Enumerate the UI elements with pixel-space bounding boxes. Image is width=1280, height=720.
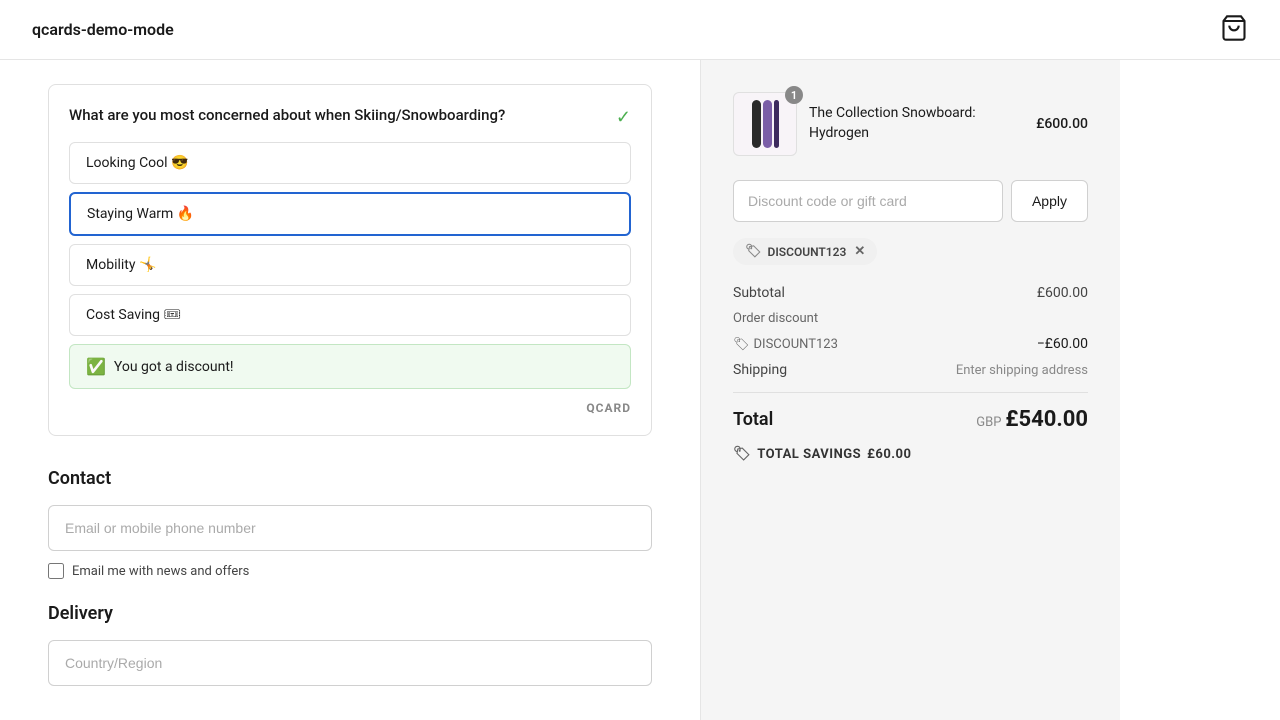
qcard-question: What are you most concerned about when S… bbox=[69, 105, 631, 126]
savings-label: TOTAL SAVINGS bbox=[757, 447, 861, 462]
snowboard-icon bbox=[746, 96, 784, 152]
order-discount-label: Order discount bbox=[733, 311, 818, 326]
discount-success-banner: ✅ You got a discount! bbox=[69, 344, 631, 389]
option-cost-saving[interactable]: Cost Saving 🎟 bbox=[69, 294, 631, 336]
total-value: £540.00 bbox=[1005, 407, 1088, 432]
discount-code-label: DISCOUNT123 bbox=[768, 245, 847, 259]
total-label: Total bbox=[733, 409, 773, 430]
option-looking-cool[interactable]: Looking Cool 😎 bbox=[69, 142, 631, 184]
total-currency: GBP bbox=[976, 415, 1001, 430]
option-mobility[interactable]: Mobility 🤸 bbox=[69, 244, 631, 286]
cart-button[interactable] bbox=[1220, 14, 1248, 46]
apply-discount-button[interactable]: Apply bbox=[1011, 180, 1088, 222]
discount-tag-icon-small: 🏷 bbox=[733, 337, 750, 352]
qcard-branding: QCARD bbox=[69, 401, 631, 415]
qcard-check-icon: ✓ bbox=[616, 105, 631, 130]
shopping-bag-icon bbox=[1220, 14, 1248, 42]
newsletter-checkbox[interactable] bbox=[48, 563, 64, 579]
delivery-section: Delivery bbox=[48, 603, 652, 698]
discount-code-row: 🏷 DISCOUNT123 −£60.00 bbox=[733, 336, 1088, 352]
left-panel: What are you most concerned about when S… bbox=[0, 60, 700, 720]
savings-row: 🏷 TOTAL SAVINGS £60.00 bbox=[733, 446, 1088, 462]
divider bbox=[733, 392, 1088, 393]
check-circle-icon: ✅ bbox=[86, 357, 106, 376]
header: qcards-demo-mode bbox=[0, 0, 1280, 60]
contact-section: Contact Email me with news and offers bbox=[48, 468, 652, 579]
qcard-widget: What are you most concerned about when S… bbox=[48, 84, 652, 436]
subtotal-row: Subtotal £600.00 bbox=[733, 285, 1088, 301]
option-staying-warm[interactable]: Staying Warm 🔥 bbox=[69, 192, 631, 236]
contact-title: Contact bbox=[48, 468, 652, 489]
savings-value: £60.00 bbox=[867, 447, 911, 462]
product-name: The Collection Snowboard: Hydrogen bbox=[809, 104, 1024, 143]
subtotal-label: Subtotal bbox=[733, 285, 785, 301]
discount-row: Apply bbox=[733, 180, 1088, 222]
discount-code-display: 🏷 DISCOUNT123 bbox=[733, 337, 838, 352]
remove-discount-button[interactable]: ✕ bbox=[854, 244, 865, 259]
newsletter-label: Email me with news and offers bbox=[72, 564, 249, 579]
product-row: 1 The Collection Snowboard: Hydrogen £60… bbox=[733, 92, 1088, 156]
savings-tag-icon: 🏷 bbox=[733, 446, 751, 462]
delivery-title: Delivery bbox=[48, 603, 652, 624]
tag-icon: 🏷 bbox=[745, 244, 762, 259]
subtotal-value: £600.00 bbox=[1037, 285, 1088, 301]
newsletter-row: Email me with news and offers bbox=[48, 563, 652, 579]
shipping-label: Shipping bbox=[733, 362, 787, 378]
main-layout: What are you most concerned about when S… bbox=[0, 60, 1280, 720]
right-panel: 1 The Collection Snowboard: Hydrogen £60… bbox=[700, 60, 1120, 720]
product-quantity-badge: 1 bbox=[785, 86, 803, 104]
shipping-value: Enter shipping address bbox=[956, 363, 1088, 378]
total-value-wrapper: GBP £540.00 bbox=[976, 407, 1088, 432]
product-image-wrapper: 1 bbox=[733, 92, 797, 156]
site-title: qcards-demo-mode bbox=[32, 20, 174, 39]
total-row: Total GBP £540.00 bbox=[733, 407, 1088, 432]
shipping-row: Shipping Enter shipping address bbox=[733, 362, 1088, 378]
order-discount-row: Order discount bbox=[733, 311, 1088, 326]
product-price: £600.00 bbox=[1036, 116, 1088, 132]
discount-amount: −£60.00 bbox=[1037, 336, 1088, 352]
country-input[interactable] bbox=[48, 640, 652, 686]
email-input[interactable] bbox=[48, 505, 652, 551]
discount-input[interactable] bbox=[733, 180, 1003, 222]
applied-discount-tag: 🏷 DISCOUNT123 ✕ bbox=[733, 238, 877, 265]
